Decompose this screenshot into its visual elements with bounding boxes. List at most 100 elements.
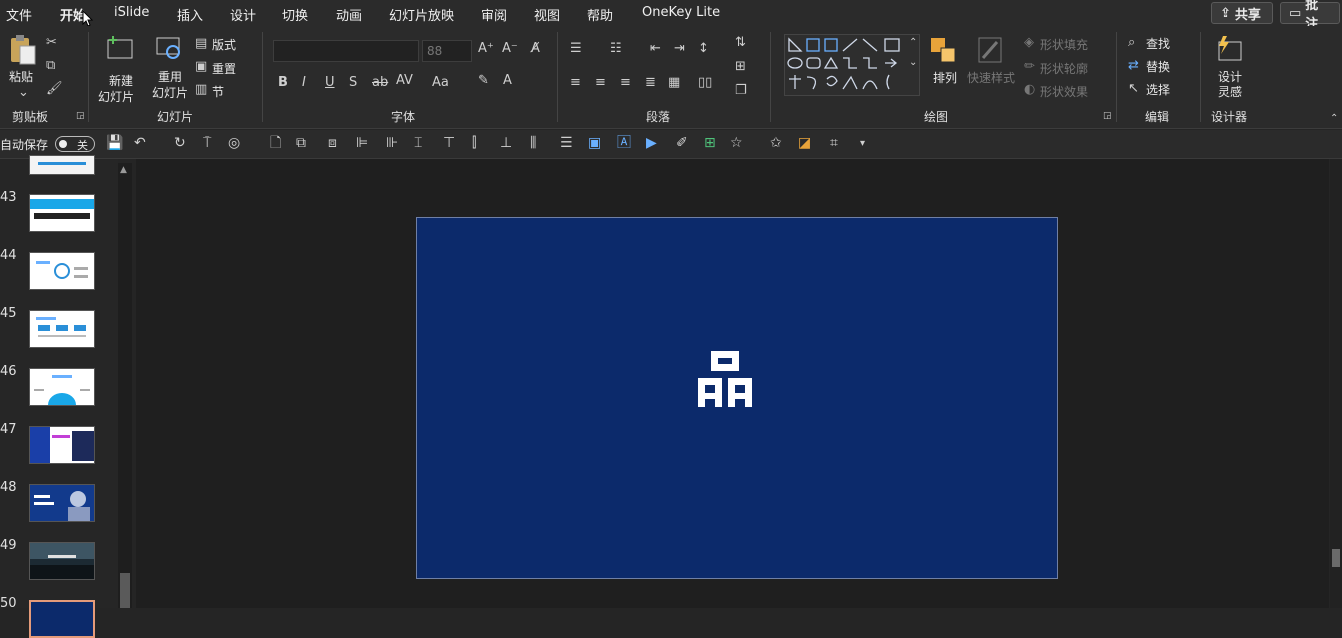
dialog-launcher-icon[interactable]: ◲ — [76, 112, 85, 121]
text-box-icon[interactable]: 🄰 — [617, 136, 631, 150]
layout-button[interactable]: 版式 — [212, 36, 236, 53]
customize-toolbar-icon[interactable]: ▾ — [860, 139, 865, 149]
share-button[interactable]: ⇪ 共享 — [1211, 2, 1273, 24]
reset-button[interactable]: 重置 — [212, 60, 236, 77]
find-button[interactable]: 查找 — [1146, 35, 1170, 52]
change-case-icon[interactable]: Aa — [432, 76, 449, 89]
slide-thumbnail-selected[interactable] — [29, 600, 95, 638]
smartart-icon[interactable]: ❐ — [735, 84, 747, 97]
scrollbar-thumb[interactable] — [1332, 549, 1340, 567]
current-slide[interactable] — [416, 217, 1058, 579]
dialog-launcher-icon[interactable]: ◲ — [1103, 112, 1112, 121]
align-right-objects-icon[interactable]: ⊪ — [386, 136, 398, 150]
align-center-objects-icon[interactable]: ⌶ — [414, 136, 422, 150]
align-center-icon[interactable]: ≡ — [595, 76, 606, 89]
undo-icon[interactable]: ↶ — [134, 136, 146, 150]
arrange-button[interactable]: 排列 — [933, 69, 957, 86]
crop-icon[interactable]: ⌗ — [830, 136, 838, 150]
paste-button[interactable]: 粘贴 — [9, 68, 33, 85]
tab-slideshow[interactable]: 幻灯片放映 — [389, 5, 454, 24]
picture-icon[interactable]: ▣ — [588, 136, 601, 150]
chevron-down-icon[interactable]: ⌄ — [18, 86, 29, 99]
tab-file[interactable]: 文件 — [6, 5, 32, 24]
slide-thumbnail[interactable] — [29, 426, 95, 464]
shapes-gallery[interactable] — [784, 34, 920, 96]
comments-button[interactable]: ▭ 批注 — [1280, 0, 1340, 32]
increase-font-icon[interactable]: A⁺ — [478, 42, 494, 55]
section-button[interactable]: 节 — [212, 83, 224, 100]
quick-styles-icon[interactable] — [975, 36, 1007, 66]
slide-thumbnail-partial[interactable] — [29, 155, 95, 175]
reuse-slides-icon[interactable] — [155, 36, 185, 64]
gallery-scroll-up-icon[interactable]: ⌃ — [909, 38, 917, 48]
align-text-icon[interactable]: ⊞ — [735, 60, 746, 73]
ruler-icon[interactable]: ⊞ — [704, 136, 716, 150]
slide-thumbnail[interactable] — [29, 542, 95, 580]
tab-insert[interactable]: 插入 — [177, 5, 203, 24]
format-painter-icon[interactable]: 🖌 — [46, 82, 63, 95]
reuse-slides-button[interactable]: 重用 — [158, 68, 182, 85]
highlight-icon[interactable]: ✎ — [478, 74, 489, 87]
gallery-scroll-down-icon[interactable]: ⌄ — [909, 58, 917, 68]
new-slide-button[interactable]: 新建 — [109, 72, 133, 89]
thumbnail-scrollbar[interactable]: ▲ — [118, 163, 132, 608]
shape-fill-button[interactable]: 形状填充 — [1040, 36, 1088, 53]
tab-onekey[interactable]: OneKey Lite — [642, 5, 720, 20]
cut-icon[interactable]: ✂ — [46, 36, 57, 49]
tab-transitions[interactable]: 切换 — [282, 5, 308, 24]
bold-icon[interactable]: B — [278, 76, 288, 89]
distribute-horizontal-icon[interactable]: ⫼ — [530, 136, 536, 150]
align-left-icon[interactable]: ≡ — [570, 76, 581, 89]
group-icon[interactable]: ⧉ — [296, 136, 306, 150]
save-icon[interactable]: 💾 — [106, 136, 123, 150]
shape-format-icon[interactable]: ◪ — [798, 136, 811, 150]
tab-animations[interactable]: 动画 — [336, 5, 362, 24]
align-middle-icon[interactable]: ⫿ — [472, 136, 476, 150]
justify-icon[interactable]: ≣ — [645, 76, 656, 89]
tab-help[interactable]: 帮助 — [587, 5, 613, 24]
columns-icon[interactable]: ▯▯ — [698, 76, 712, 89]
shape-effects-button[interactable]: 形状效果 — [1040, 83, 1088, 100]
text-direction-icon[interactable]: ⇅ — [735, 36, 746, 49]
underline-icon[interactable]: U — [325, 76, 335, 89]
strikethrough-icon[interactable]: ab — [372, 76, 388, 89]
distributed-icon[interactable]: ▦ — [668, 76, 680, 89]
collapse-ribbon-icon[interactable]: ⌃ — [1330, 114, 1338, 124]
scroll-up-icon[interactable]: ▲ — [120, 165, 127, 175]
decrease-indent-icon[interactable]: ⇤ — [650, 42, 661, 55]
new-slide-icon[interactable] — [105, 34, 135, 62]
bullets-icon[interactable]: ☰ — [570, 42, 582, 55]
align-right-icon[interactable]: ≡ — [620, 76, 631, 89]
star-icon[interactable]: ☆ — [730, 136, 743, 150]
paste-icon[interactable] — [8, 34, 38, 66]
arrange-icon[interactable] — [929, 36, 959, 66]
tab-review[interactable]: 审阅 — [481, 5, 507, 24]
shadow-icon[interactable]: S — [349, 76, 357, 89]
clear-format-icon[interactable]: A̸ — [531, 42, 540, 55]
decrease-font-icon[interactable]: A⁻ — [502, 42, 518, 55]
increase-indent-icon[interactable]: ⇥ — [674, 42, 685, 55]
designer-icon[interactable] — [1213, 34, 1245, 64]
eyedropper-icon[interactable]: ✐ — [676, 136, 688, 150]
shape-merge-icon[interactable]: ◎ — [228, 136, 240, 150]
autosave-toggle[interactable]: 关 — [55, 136, 95, 152]
shape-outline-button[interactable]: 形状轮廓 — [1040, 60, 1088, 77]
select-button[interactable]: 选择 — [1146, 81, 1170, 98]
quick-styles-button[interactable]: 快速样式 — [967, 69, 1015, 86]
numbering-icon[interactable]: ☷ — [610, 42, 622, 55]
present-icon[interactable]: ⍑ — [203, 136, 211, 150]
line-spacing-icon[interactable]: ↕ — [698, 42, 709, 55]
media-icon[interactable]: ▶ — [646, 136, 657, 150]
align-top-icon[interactable]: ⊤ — [443, 136, 455, 150]
slide-thumbnail[interactable] — [29, 368, 95, 406]
font-color-icon[interactable]: A — [503, 74, 512, 87]
tab-design[interactable]: 设计 — [230, 5, 256, 24]
slide-thumbnail[interactable] — [29, 194, 95, 232]
new-file-icon[interactable]: 🗋 — [270, 136, 281, 150]
bring-forward-icon[interactable]: ⧈ — [328, 136, 337, 150]
align-bottom-icon[interactable]: ⊥ — [500, 136, 512, 150]
char-spacing-icon[interactable]: AV — [396, 74, 413, 87]
canvas-scrollbar[interactable] — [1330, 159, 1342, 608]
slide-thumbnail[interactable] — [29, 252, 95, 290]
distribute-vertical-icon[interactable]: ☰ — [560, 136, 573, 150]
